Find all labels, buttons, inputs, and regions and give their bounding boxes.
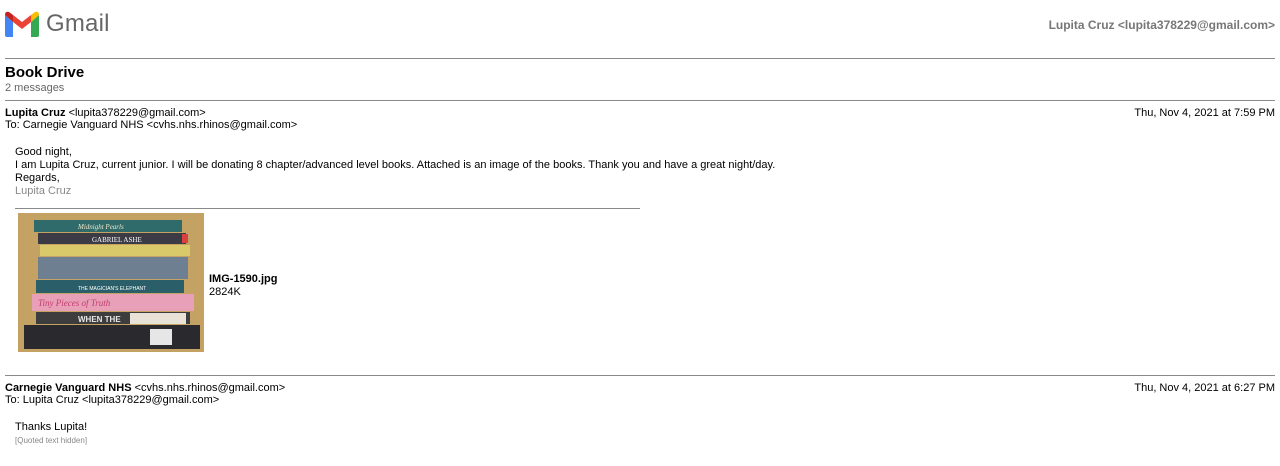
message-header: Carnegie Vanguard NHS <cvhs.nhs.rhinos@g… (5, 382, 1275, 406)
message-count: 2 messages (5, 82, 65, 94)
attachment-filename[interactable]: IMG-1590.jpg (209, 273, 277, 285)
sender-name: Lupita Cruz (5, 107, 66, 119)
thread-subject: Book Drive (5, 64, 85, 81)
spine-title: Midnight Pearls (77, 223, 124, 231)
spine-title: WHEN THE (78, 315, 121, 324)
gmail-logo-icon (5, 11, 39, 37)
spine-title: THE MAGICIAN'S ELEPHANT (78, 286, 146, 292)
message-date: Thu, Nov 4, 2021 at 7:59 PM (1134, 107, 1275, 119)
sender-email: <cvhs.nhs.rhinos@gmail.com> (134, 382, 286, 394)
message-body: Good night, I am Lupita Cruz, current ju… (15, 146, 775, 198)
message-date: Thu, Nov 4, 2021 at 6:27 PM (1134, 382, 1275, 394)
sender-email: <lupita378229@gmail.com> (68, 107, 206, 119)
spine-title: GABRIEL ASHE (92, 236, 142, 244)
signature: Lupita Cruz (15, 185, 72, 197)
body-line: Good night, (15, 146, 72, 158)
header-divider (5, 58, 1275, 59)
header-bar: Gmail Lupita Cruz <lupita378229@gmail.co… (0, 0, 1280, 50)
body-line: I am Lupita Cruz, current junior. I will… (15, 159, 776, 171)
sender-line: Lupita Cruz <lupita378229@gmail.com> (5, 107, 1275, 119)
attachment-size: 2824K (209, 286, 241, 298)
message-header: Lupita Cruz <lupita378229@gmail.com> To:… (5, 107, 1275, 131)
recipient-line: To: Lupita Cruz <lupita378229@gmail.com> (5, 394, 220, 406)
sender-name: Carnegie Vanguard NHS (5, 382, 132, 394)
message-body: Thanks Lupita! (15, 421, 87, 434)
recipient-line: To: Carnegie Vanguard NHS <cvhs.nhs.rhin… (5, 119, 298, 131)
sender-line: Carnegie Vanguard NHS <cvhs.nhs.rhinos@g… (5, 382, 1275, 394)
gmail-wordmark: Gmail (46, 10, 110, 37)
attachment-thumbnail[interactable]: Midnight Pearls GABRIEL ASHE THE MAGICIA… (18, 213, 204, 352)
body-line: Thanks Lupita! (15, 421, 88, 433)
message-divider (5, 100, 1275, 101)
message-divider (5, 375, 1275, 376)
quoted-text-toggle[interactable]: [Quoted text hidden] (15, 436, 87, 445)
spine-title: Tiny Pieces of Truth (38, 298, 111, 308)
gmail-print-view: Gmail Lupita Cruz <lupita378229@gmail.co… (0, 0, 1280, 466)
attachment-divider (15, 208, 640, 209)
account-label: Lupita Cruz <lupita378229@gmail.com> (1048, 18, 1275, 32)
body-line: Regards, (15, 172, 60, 184)
